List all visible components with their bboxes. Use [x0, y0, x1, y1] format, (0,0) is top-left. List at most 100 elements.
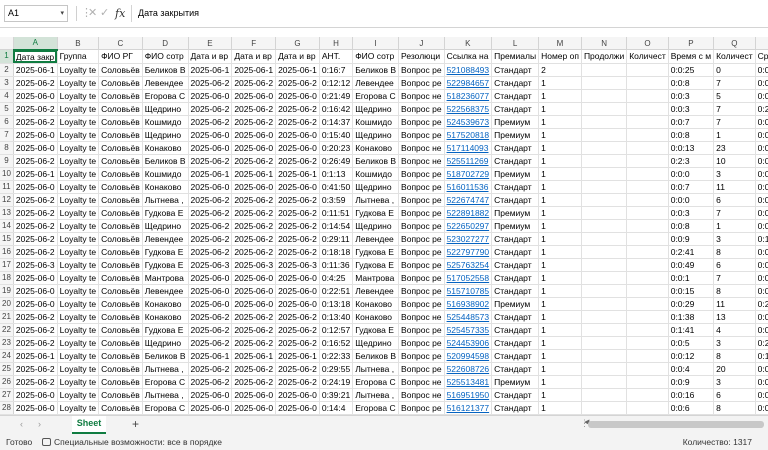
cell[interactable]: 0:0:16	[668, 388, 715, 402]
cell[interactable]: 1	[538, 297, 582, 311]
cell[interactable]	[626, 115, 669, 129]
cell[interactable]: 2025-06-2	[275, 102, 320, 116]
cell[interactable]: 0:0:0	[755, 271, 768, 285]
row-header[interactable]: 15	[0, 232, 14, 246]
column-header[interactable]: M	[538, 37, 582, 50]
cell[interactable]: Вопрос ре	[398, 206, 445, 220]
cell[interactable]: 2025-06-2	[188, 323, 233, 337]
cell[interactable]: 2025-06-0	[275, 271, 320, 285]
cell[interactable]: 1	[538, 362, 582, 376]
row-header[interactable]: 23	[0, 336, 14, 350]
cell[interactable]: 0	[713, 63, 756, 77]
cell[interactable]: Количест	[626, 49, 669, 64]
add-sheet-button[interactable]: +	[132, 417, 139, 431]
cell[interactable]: 0:11:51	[319, 206, 354, 220]
cell[interactable]: 2025-06-2	[231, 76, 277, 90]
cell[interactable]: Соловьёв	[98, 323, 143, 337]
cell[interactable]: Беликов В	[352, 63, 400, 77]
column-header[interactable]: A	[13, 37, 58, 51]
cell[interactable]	[626, 349, 669, 363]
cell[interactable]: 0:0:6	[668, 401, 715, 415]
cell[interactable]: 2025-06-0	[275, 388, 320, 402]
cell[interactable]: 7	[713, 102, 756, 116]
cell[interactable]: 2025-06-0	[231, 388, 277, 402]
cell[interactable]: 7	[713, 115, 756, 129]
name-box[interactable]: A1 ▾	[4, 5, 68, 22]
cell[interactable]: ФИО сотр	[142, 49, 189, 64]
cell[interactable]: 2025-06-1	[188, 63, 233, 77]
cell[interactable]: 0:0:0	[755, 323, 768, 337]
cell[interactable]: 522568375	[444, 102, 493, 116]
cell[interactable]: 0:1:41	[668, 323, 715, 337]
cell[interactable]: Вопрос ре	[398, 63, 445, 77]
cell[interactable]: 516938902	[444, 297, 493, 311]
cell[interactable]: 7	[713, 271, 756, 285]
cell[interactable]: Гудкова Е	[352, 245, 400, 259]
row-header[interactable]: 16	[0, 245, 14, 259]
cell[interactable]: 8	[713, 284, 756, 298]
cell[interactable]: 520994598	[444, 349, 493, 363]
cell[interactable]: 2025-06-1	[275, 63, 320, 77]
cell[interactable]: Мантрова	[352, 271, 400, 285]
cell[interactable]: 0:16:42	[319, 102, 354, 116]
cell[interactable]: 0:16:7	[319, 63, 354, 77]
cell[interactable]: 0:2:3	[668, 154, 715, 168]
cell[interactable]: Соловьёв	[98, 219, 143, 233]
cell[interactable]: 13	[713, 310, 756, 324]
cell[interactable]: 0:0:12	[668, 349, 715, 363]
cell[interactable]	[581, 349, 628, 363]
cell[interactable]: Loyalty te	[57, 89, 100, 103]
cell[interactable]: Щедрино	[142, 102, 189, 116]
cell[interactable]: Стандарт	[491, 245, 540, 259]
cell[interactable]: Соловьёв	[98, 284, 143, 298]
cell[interactable]: 2025-06-2	[231, 154, 277, 168]
cell[interactable]	[626, 375, 669, 389]
cell[interactable]: 0:0:15	[668, 284, 715, 298]
cell[interactable]: Левендее	[142, 76, 189, 90]
cell[interactable]: 2025-06-2	[13, 76, 58, 90]
row-header[interactable]: 1	[0, 49, 14, 64]
cell[interactable]: Номер оп	[538, 49, 582, 64]
cell[interactable]: 1	[538, 401, 582, 415]
cell[interactable]: 0:0:8	[668, 219, 715, 233]
column-header[interactable]: C	[98, 37, 143, 50]
cell[interactable]: 0:0:0	[755, 76, 768, 90]
cell[interactable]: 0:4:25	[319, 271, 354, 285]
cell[interactable]: 1	[538, 206, 582, 220]
cell[interactable]: Стандарт	[491, 102, 540, 116]
cell[interactable]: 1	[538, 336, 582, 350]
cell[interactable]: Гудкова Е	[142, 206, 189, 220]
cell[interactable]: 0:0:0	[755, 180, 768, 194]
cell[interactable]: Вопрос не	[398, 388, 445, 402]
cell[interactable]: 522650297	[444, 219, 493, 233]
cell[interactable]: Стандарт	[491, 362, 540, 376]
cell[interactable]: Loyalty te	[57, 180, 100, 194]
cell[interactable]: 0:13:18	[319, 297, 354, 311]
spreadsheet-grid[interactable]: ABCDEFGHIJKLMNOPQRS 1Дата закрГруппаФИО …	[0, 37, 768, 415]
cell[interactable]: Время с м	[668, 49, 715, 64]
cell[interactable]: 0:0:3	[668, 102, 715, 116]
cell[interactable]: Ссылка на	[444, 49, 493, 64]
cell[interactable]: 2025-06-2	[275, 193, 320, 207]
chevron-down-icon[interactable]: ▾	[60, 6, 64, 21]
cell[interactable]: 0:12:57	[319, 323, 354, 337]
cell[interactable]	[626, 219, 669, 233]
cell[interactable]: 518236077	[444, 89, 493, 103]
cell[interactable]: 0:29:55	[319, 362, 354, 376]
cell[interactable]: 3	[713, 375, 756, 389]
cell[interactable]: Лытнева ,	[142, 388, 189, 402]
cell[interactable]: 2025-06-0	[231, 401, 277, 415]
cell[interactable]	[626, 154, 669, 168]
cell[interactable]	[581, 76, 628, 90]
cell[interactable]: 2025-06-3	[275, 258, 320, 272]
cell[interactable]: 2025-06-2	[231, 362, 277, 376]
cell[interactable]: 1	[538, 284, 582, 298]
cell[interactable]: Егорова С	[352, 401, 400, 415]
accessibility-status[interactable]: Специальные возможности: все в порядке	[42, 434, 222, 450]
cell[interactable]: Loyalty te	[57, 375, 100, 389]
cell[interactable]: 2025-06-2	[13, 375, 58, 389]
cell[interactable]: Щедрино	[352, 180, 400, 194]
cell[interactable]: 0:0:0	[755, 154, 768, 168]
cell[interactable]: 2025-06-2	[188, 219, 233, 233]
cell[interactable]: 2025-06-2	[231, 245, 277, 259]
